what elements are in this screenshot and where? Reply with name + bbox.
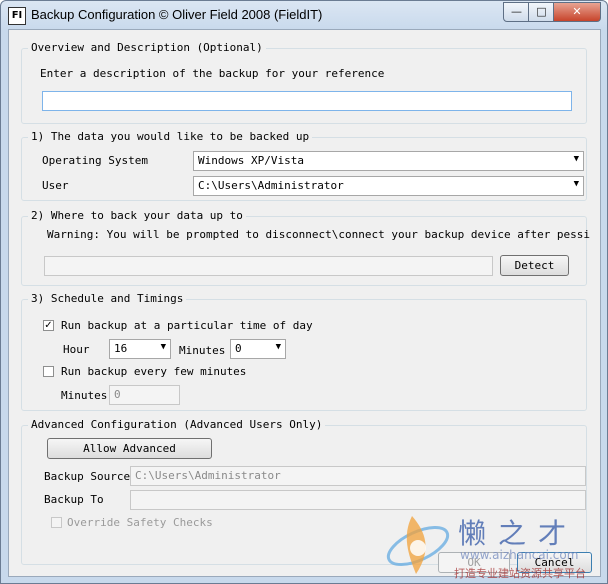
every-minutes-label: Minutes (61, 389, 108, 402)
run-every-label: Run backup every few minutes (61, 365, 247, 378)
ok-button[interactable]: OK (438, 552, 510, 573)
minimize-button[interactable]: — (503, 2, 530, 22)
description-prompt: Enter a description of the backup for yo… (40, 67, 385, 80)
advanced-group: Advanced Configuration (Advanced Users O… (21, 418, 587, 565)
source-field: C:\Users\Administrator (130, 466, 586, 486)
window-title: Backup Configuration © Oliver Field 2008… (31, 7, 323, 22)
cancel-button[interactable]: Cancel (517, 552, 592, 573)
to-label: Backup To (44, 493, 104, 506)
minutes-value: 0 (235, 342, 242, 355)
app-icon: FI (8, 7, 26, 25)
os-select[interactable]: Windows XP/Vista ▼ (193, 151, 584, 171)
chevron-down-icon: ▼ (275, 342, 281, 352)
advanced-legend: Advanced Configuration (Advanced Users O… (28, 418, 326, 431)
data-legend: 1) The data you would like to be backed … (28, 130, 313, 143)
title-bar[interactable]: FI Backup Configuration © Oliver Field 2… (1, 1, 607, 27)
os-label: Operating System (42, 154, 148, 167)
user-select[interactable]: C:\Users\Administrator ▼ (193, 176, 584, 196)
os-select-value: Windows XP/Vista (198, 154, 304, 167)
overview-group: Overview and Description (Optional) Ente… (21, 41, 587, 124)
hour-label: Hour (63, 343, 90, 356)
hour-select[interactable]: 16 ▼ (109, 339, 171, 359)
overview-legend: Overview and Description (Optional) (28, 41, 266, 54)
destination-legend: 2) Where to back your data up to (28, 209, 246, 222)
backup-config-window: FI Backup Configuration © Oliver Field 2… (0, 0, 608, 584)
chevron-down-icon: ▼ (573, 179, 579, 189)
destination-group: 2) Where to back your data up to Warning… (21, 209, 590, 286)
minutes-select[interactable]: 0 ▼ (230, 339, 286, 359)
destination-path-field (44, 256, 493, 276)
dialog-body: Overview and Description (Optional) Ente… (8, 29, 601, 577)
chevron-down-icon: ▼ (160, 342, 166, 352)
minutes-label: Minutes (179, 344, 226, 357)
user-select-value: C:\Users\Administrator (198, 179, 344, 192)
hour-value: 16 (114, 342, 128, 355)
override-label: Override Safety Checks (67, 516, 213, 529)
run-every-checkbox[interactable] (43, 366, 54, 377)
run-time-label: Run backup at a particular time of day (61, 319, 313, 332)
warning-clip: Warning: You will be prompted to disconn… (22, 227, 590, 243)
run-time-checkbox[interactable]: ✓ (43, 320, 54, 331)
destination-warning: Warning: You will be prompted to disconn… (47, 228, 590, 241)
maximize-button[interactable]: □ (528, 2, 555, 22)
source-label: Backup Source (44, 470, 131, 483)
override-checkbox (51, 517, 62, 528)
user-label: User (42, 179, 69, 192)
every-minutes-field: 0 (109, 385, 180, 405)
detect-button[interactable]: Detect (500, 255, 569, 276)
close-button[interactable]: ✕ (553, 2, 601, 22)
chevron-down-icon: ▼ (573, 154, 579, 164)
description-input[interactable] (42, 91, 572, 111)
data-group: 1) The data you would like to be backed … (21, 130, 587, 201)
schedule-legend: 3) Schedule and Timings (28, 292, 187, 305)
allow-advanced-button[interactable]: Allow Advanced (47, 438, 212, 459)
schedule-group: 3) Schedule and Timings ✓ Run backup at … (21, 292, 587, 411)
to-field (130, 490, 586, 510)
